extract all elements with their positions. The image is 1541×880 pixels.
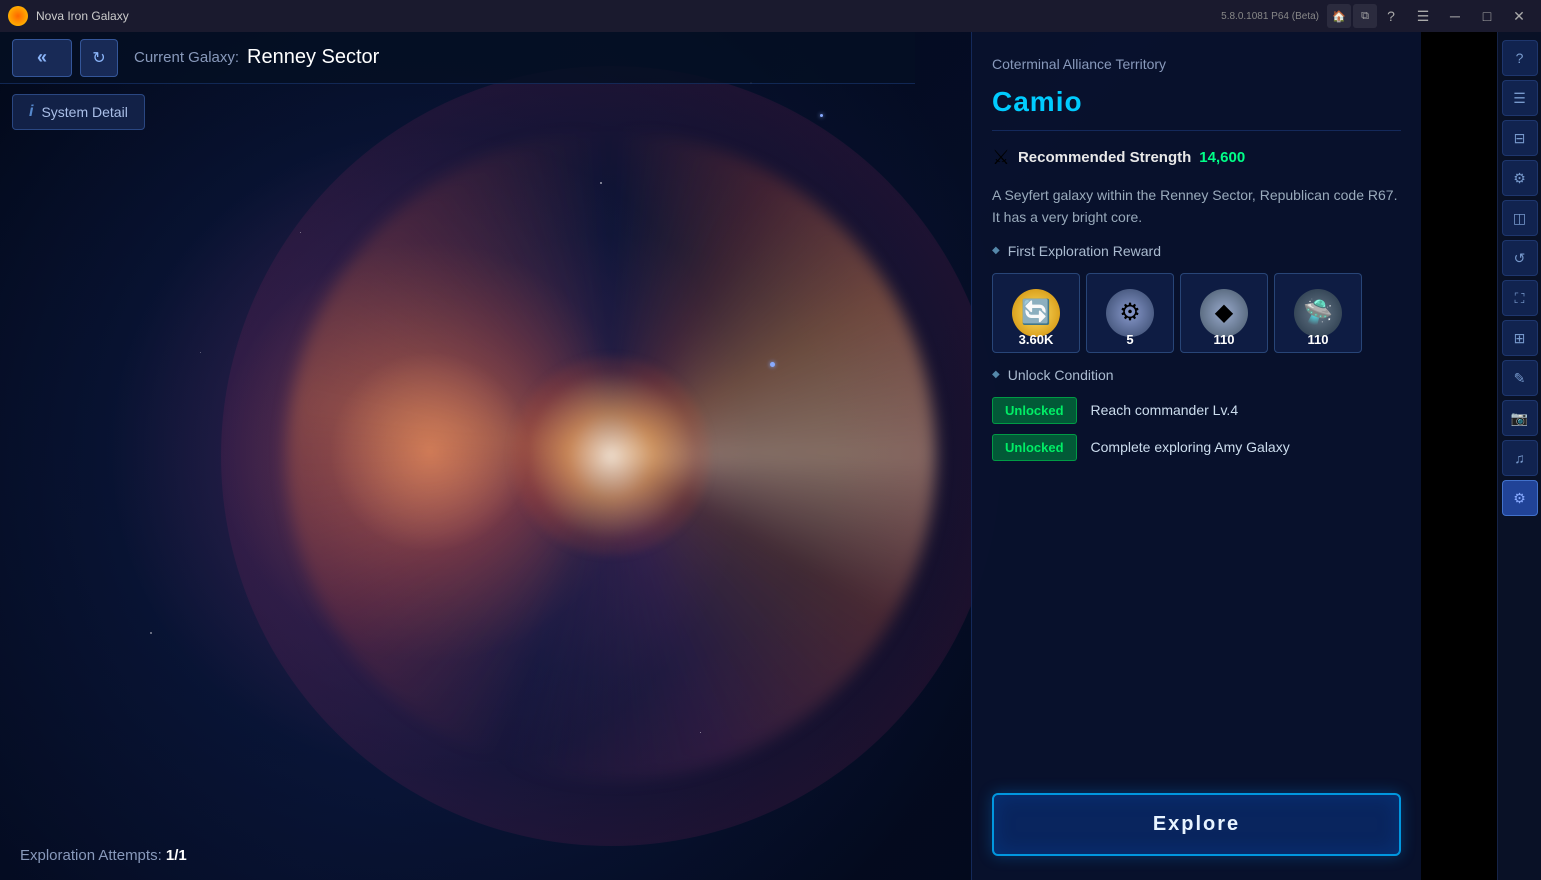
refresh-icon: ↻ [92, 48, 105, 68]
back-button[interactable]: « [12, 39, 72, 77]
refresh-button[interactable]: ↻ [80, 39, 118, 77]
home-icon-btn[interactable]: 🏠 [1327, 4, 1351, 28]
reward-item-2: ◆ 110 [1180, 273, 1268, 353]
strength-icon: ⚔ [992, 145, 1010, 170]
reward-value-3: 110 [1308, 332, 1329, 347]
reward-value-1: 5 [1126, 332, 1133, 347]
exploration-label: Exploration Attempts: [20, 847, 162, 864]
planet-title: Camio [992, 86, 1401, 131]
star-6 [700, 732, 701, 733]
unlock-condition-0: Reach commander Lv.4 [1091, 402, 1239, 418]
sidebar-audio-btn[interactable]: ♫ [1502, 440, 1538, 476]
reward-value-2: 110 [1214, 332, 1235, 347]
unlock-condition-1: Complete exploring Amy Galaxy [1091, 439, 1290, 455]
sidebar-rotate-btn[interactable]: ↺ [1502, 240, 1538, 276]
right-sidebar: ? ☰ ⊟ ⚙ ◫ ↺ ⛶ ⊞ ✎ 📷 ♫ ⚙ [1497, 32, 1541, 880]
back-icon: « [37, 47, 47, 68]
star-5 [150, 632, 152, 634]
copy-icon-btn[interactable]: ⧉ [1353, 4, 1377, 28]
app-logo [8, 6, 28, 26]
exploration-attempts: Exploration Attempts: 1/1 [20, 847, 187, 864]
reward-item-3: 🛸 110 [1274, 273, 1362, 353]
reward-header-label: First Exploration Reward [1008, 243, 1161, 259]
strength-label: Recommended Strength [1018, 149, 1191, 166]
settings-btn[interactable]: ☰ [1409, 2, 1437, 30]
title-bar: Nova Iron Galaxy 5.8.0.1081 P64 (Beta) 🏠… [0, 0, 1541, 32]
info-icon: i [29, 103, 33, 121]
galaxy-name: Renney Sector [247, 46, 379, 69]
sidebar-layout-btn[interactable]: ◫ [1502, 200, 1538, 236]
nav-bar: « ↻ Current Galaxy: Renney Sector [0, 32, 915, 84]
strength-row: ⚔ Recommended Strength 14,600 [992, 145, 1401, 170]
sidebar-fullscreen-btn[interactable]: ⛶ [1502, 280, 1538, 316]
system-detail-button[interactable]: i System Detail [12, 94, 145, 130]
reward-icon-gear: ⚙ [1106, 289, 1154, 337]
reward-icon-crystal: ◆ [1200, 289, 1248, 337]
maximize-btn[interactable]: □ [1473, 2, 1501, 30]
reward-icon-drone: 🛸 [1294, 289, 1342, 337]
unlock-row-1: Unlocked Complete exploring Amy Galaxy [992, 434, 1401, 461]
app-title: Nova Iron Galaxy [36, 9, 1213, 23]
sidebar-settings-btn[interactable]: ⚙ [1502, 160, 1538, 196]
minimize-btn[interactable]: ─ [1441, 2, 1469, 30]
galaxy-label: Current Galaxy: [134, 49, 239, 66]
strength-value: 14,600 [1199, 149, 1245, 166]
unlock-section-header: Unlock Condition [992, 367, 1401, 383]
nav-dot-2 [820, 114, 823, 117]
unlock-badge-0: Unlocked [992, 397, 1077, 424]
unlock-conditions: Unlocked Reach commander Lv.4 Unlocked C… [992, 397, 1401, 461]
star-3 [600, 182, 602, 184]
star-4 [200, 352, 201, 353]
reward-section-header: First Exploration Reward [992, 243, 1401, 259]
reward-items: 🔄 3.60K ⚙ 5 ◆ 110 🛸 110 [992, 273, 1401, 353]
unlock-header-label: Unlock Condition [1008, 367, 1114, 383]
sidebar-edit-btn[interactable]: ✎ [1502, 360, 1538, 396]
planet-description: A Seyfert galaxy within the Renney Secto… [992, 184, 1401, 229]
window-controls: ? ☰ ─ □ ✕ [1377, 2, 1533, 30]
reward-item-1: ⚙ 5 [1086, 273, 1174, 353]
title-bar-icons: 🏠 ⧉ [1327, 4, 1377, 28]
help-btn[interactable]: ? [1377, 2, 1405, 30]
reward-item-0: 🔄 3.60K [992, 273, 1080, 353]
galaxy-core-glow [511, 356, 711, 556]
exploration-count: 1/1 [166, 847, 187, 864]
sidebar-grid-btn[interactable]: ⊞ [1502, 320, 1538, 356]
reward-icon-gold: 🔄 [1012, 289, 1060, 337]
game-area: « ↻ Current Galaxy: Renney Sector i Syst… [0, 32, 1421, 880]
territory-label: Coterminal Alliance Territory [992, 56, 1401, 72]
sidebar-minimize-btn[interactable]: ⊟ [1502, 120, 1538, 156]
star-2 [300, 232, 301, 233]
right-panel: Coterminal Alliance Territory Camio ⚔ Re… [971, 32, 1421, 880]
reward-value-0: 3.60K [1019, 332, 1054, 347]
system-detail-label: System Detail [41, 104, 127, 120]
close-btn[interactable]: ✕ [1505, 2, 1533, 30]
unlock-badge-1: Unlocked [992, 434, 1077, 461]
sidebar-menu-btn[interactable]: ☰ [1502, 80, 1538, 116]
app-version: 5.8.0.1081 P64 (Beta) [1221, 11, 1319, 22]
nav-dot [770, 362, 775, 367]
sidebar-gear2-btn[interactable]: ⚙ [1502, 480, 1538, 516]
sidebar-help-btn[interactable]: ? [1502, 40, 1538, 76]
sidebar-camera-btn[interactable]: 📷 [1502, 400, 1538, 436]
explore-button[interactable]: Explore [992, 793, 1401, 856]
unlock-row-0: Unlocked Reach commander Lv.4 [992, 397, 1401, 424]
